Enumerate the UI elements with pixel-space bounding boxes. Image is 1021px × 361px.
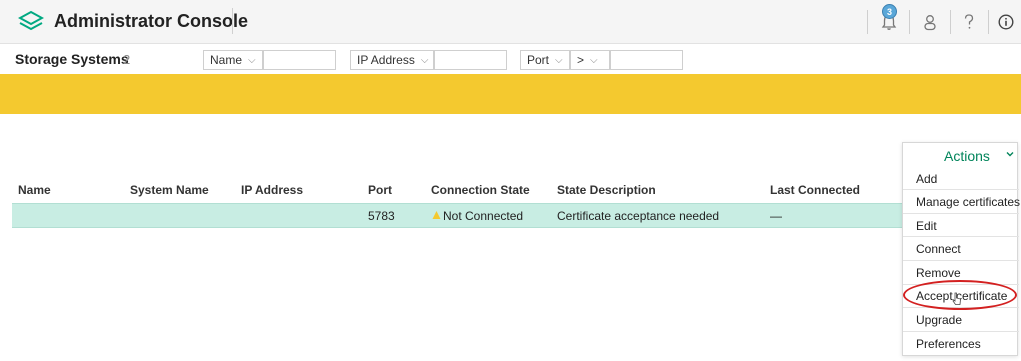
menu-item-connect[interactable]: Connect xyxy=(916,242,961,256)
menu-item-manage-certificates[interactable]: Manage certificates xyxy=(916,195,1020,209)
title-divider xyxy=(232,8,233,34)
menu-divider xyxy=(903,284,1019,285)
menu-item-edit[interactable]: Edit xyxy=(916,219,937,233)
info-button[interactable] xyxy=(994,0,1018,44)
menu-divider xyxy=(903,260,1019,261)
filter-label: Port xyxy=(527,53,550,67)
column-header-name[interactable]: Name xyxy=(18,183,51,197)
notification-count-badge: 3 xyxy=(882,4,897,19)
table-row[interactable]: 5783 Not Connected Certificate acceptanc… xyxy=(12,203,904,228)
user-button[interactable] xyxy=(916,0,944,44)
filter-bar: Storage Systems 2 Name ⌵ IP Address ⌵ Po… xyxy=(0,44,1021,74)
chevron-down-icon: ⌵ xyxy=(420,54,429,66)
chevron-down-icon xyxy=(1006,152,1014,157)
filter-label: IP Address xyxy=(357,53,415,67)
port-filter-field-select[interactable]: Port ⌵ xyxy=(520,50,570,70)
item-count: 2 xyxy=(123,52,131,67)
port-filter-operator-select[interactable]: > ⌵ xyxy=(570,50,610,70)
cursor-icon xyxy=(952,292,961,305)
header-divider xyxy=(950,10,951,34)
menu-divider xyxy=(903,236,1019,237)
warning-icon xyxy=(432,211,441,219)
chevron-down-icon: ⌵ xyxy=(590,54,598,66)
header-divider xyxy=(909,10,910,34)
notification-banner xyxy=(0,74,1021,114)
app-header: Administrator Console 3 xyxy=(0,0,1021,44)
cell-state-description: Certificate acceptance needed xyxy=(557,209,720,223)
name-filter-input[interactable] xyxy=(263,50,336,70)
help-button[interactable] xyxy=(956,0,982,44)
column-header-system-name[interactable]: System Name xyxy=(130,183,209,197)
app-title: Administrator Console xyxy=(54,11,249,31)
menu-divider xyxy=(903,213,1019,214)
table-header: Name System Name IP Address Port Connect… xyxy=(0,183,900,199)
column-header-port[interactable]: Port xyxy=(368,183,392,197)
logo-icon xyxy=(18,10,44,31)
menu-divider xyxy=(903,331,1019,332)
menu-divider xyxy=(903,189,1019,190)
menu-item-preferences[interactable]: Preferences xyxy=(916,337,981,351)
column-header-ip-address[interactable]: IP Address xyxy=(241,183,303,197)
actions-menu-title: Actions xyxy=(944,148,990,164)
info-icon xyxy=(998,14,1014,30)
ip-filter-input[interactable] xyxy=(434,50,507,70)
actions-menu-toggle[interactable]: Actions xyxy=(903,143,1019,167)
cell-port: 5783 xyxy=(368,209,395,223)
chevron-down-icon: ⌵ xyxy=(555,54,563,66)
menu-item-add[interactable]: Add xyxy=(916,172,937,186)
header-divider xyxy=(988,10,989,34)
filter-operator: > xyxy=(577,53,585,67)
actions-menu: Actions Add Manage certificates Edit Con… xyxy=(902,142,1020,356)
menu-item-upgrade[interactable]: Upgrade xyxy=(916,313,962,327)
column-header-last-connected[interactable]: Last Connected xyxy=(770,183,860,197)
column-header-state-description[interactable]: State Description xyxy=(557,183,656,197)
cell-connection-state: Not Connected xyxy=(443,209,524,223)
port-filter-input[interactable] xyxy=(610,50,683,70)
page-title: Storage Systems xyxy=(15,51,129,67)
ip-filter-field-select[interactable]: IP Address ⌵ xyxy=(350,50,434,70)
help-icon xyxy=(964,14,974,29)
menu-item-remove[interactable]: Remove xyxy=(916,266,961,280)
filter-label: Name xyxy=(210,53,243,67)
header-divider xyxy=(867,10,868,34)
column-header-connection-state[interactable]: Connection State xyxy=(431,183,530,197)
user-icon xyxy=(924,15,936,31)
name-filter-field-select[interactable]: Name ⌵ xyxy=(203,50,263,70)
cell-last-connected: — xyxy=(770,209,782,223)
menu-divider xyxy=(903,307,1019,308)
chevron-down-icon: ⌵ xyxy=(248,54,256,66)
